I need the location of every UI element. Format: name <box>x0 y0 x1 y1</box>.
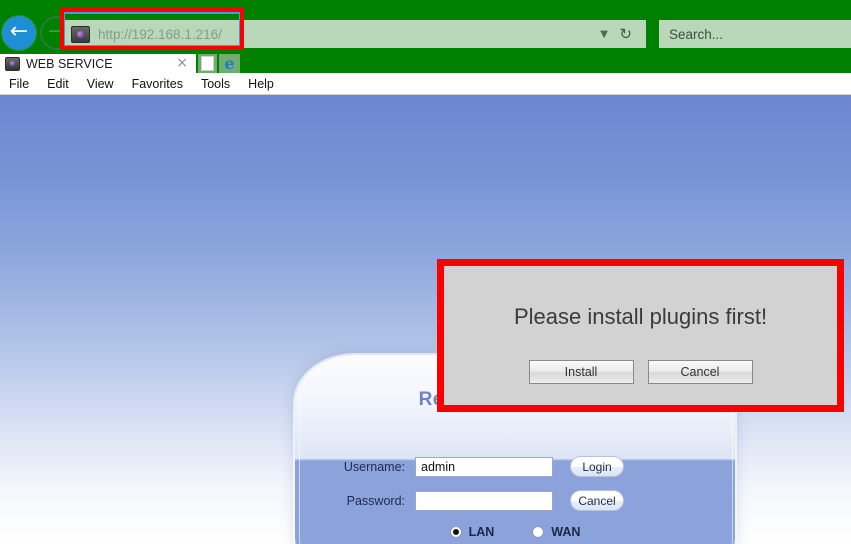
radio-option-wan[interactable]: WAN <box>532 525 580 539</box>
dialog-cancel-button[interactable]: Cancel <box>647 360 753 384</box>
address-bar[interactable]: http://192.168.1.216/ ▼ ↻ <box>63 20 646 48</box>
search-input[interactable]: Search... <box>657 20 851 48</box>
tab-row: WEB SERVICE × e <box>0 54 851 73</box>
tab-web-service[interactable]: WEB SERVICE × <box>0 54 196 73</box>
navigation-row: ← → http://192.168.1.216/ ▼ ↻ Search... <box>0 0 851 54</box>
chevron-down-icon[interactable]: ▼ <box>600 29 608 40</box>
username-input[interactable]: admin <box>415 457 553 477</box>
close-icon[interactable]: × <box>176 55 188 71</box>
dialog-message: Please install plugins first! <box>513 304 768 329</box>
plugin-install-dialog: Please install plugins first! Install Ca… <box>437 259 844 412</box>
radio-option-lan[interactable]: LAN <box>449 525 495 539</box>
camera-favicon-icon <box>71 25 90 43</box>
camera-favicon-icon <box>5 56 20 71</box>
network-mode-radio-group: LAN WAN <box>295 525 735 539</box>
radio-lan-label: LAN <box>468 525 495 539</box>
search-placeholder-text: Search... <box>669 26 724 42</box>
new-tab-button[interactable] <box>198 54 217 73</box>
password-row: Password: <box>343 490 693 512</box>
internet-explorer-button[interactable]: e <box>219 54 240 73</box>
radio-wan-label: WAN <box>551 525 581 539</box>
username-label: Username: <box>343 460 405 474</box>
password-input[interactable] <box>415 491 553 511</box>
login-button[interactable]: Login <box>570 456 624 477</box>
menu-item-tools[interactable]: Tools <box>192 74 239 94</box>
back-arrow-icon: ← <box>9 19 29 44</box>
menu-item-view[interactable]: View <box>78 74 123 94</box>
new-tab-icon <box>201 56 214 71</box>
username-row: Username: admin <box>343 456 693 478</box>
menu-bar: File Edit View Favorites Tools Help <box>0 73 851 95</box>
radio-wan-icon[interactable] <box>532 526 545 538</box>
browser-chrome: ← → http://192.168.1.216/ ▼ ↻ Search... … <box>0 0 851 95</box>
dialog-button-row: Install Cancel <box>444 360 837 384</box>
menu-item-favorites[interactable]: Favorites <box>123 74 192 94</box>
menu-item-help[interactable]: Help <box>239 74 283 94</box>
back-button[interactable]: ← <box>2 16 36 50</box>
install-button[interactable]: Install <box>528 360 634 384</box>
form-cancel-button[interactable]: Cancel <box>570 490 624 511</box>
refresh-icon[interactable]: ↻ <box>619 25 632 43</box>
radio-lan-icon[interactable] <box>449 526 462 538</box>
tab-title: WEB SERVICE <box>26 56 113 71</box>
address-input[interactable]: http://192.168.1.216/ <box>98 27 222 42</box>
menu-item-edit[interactable]: Edit <box>38 74 78 94</box>
internet-explorer-logo-icon: e <box>224 53 235 73</box>
password-label: Password: <box>346 494 405 508</box>
menu-item-file[interactable]: File <box>0 74 38 94</box>
